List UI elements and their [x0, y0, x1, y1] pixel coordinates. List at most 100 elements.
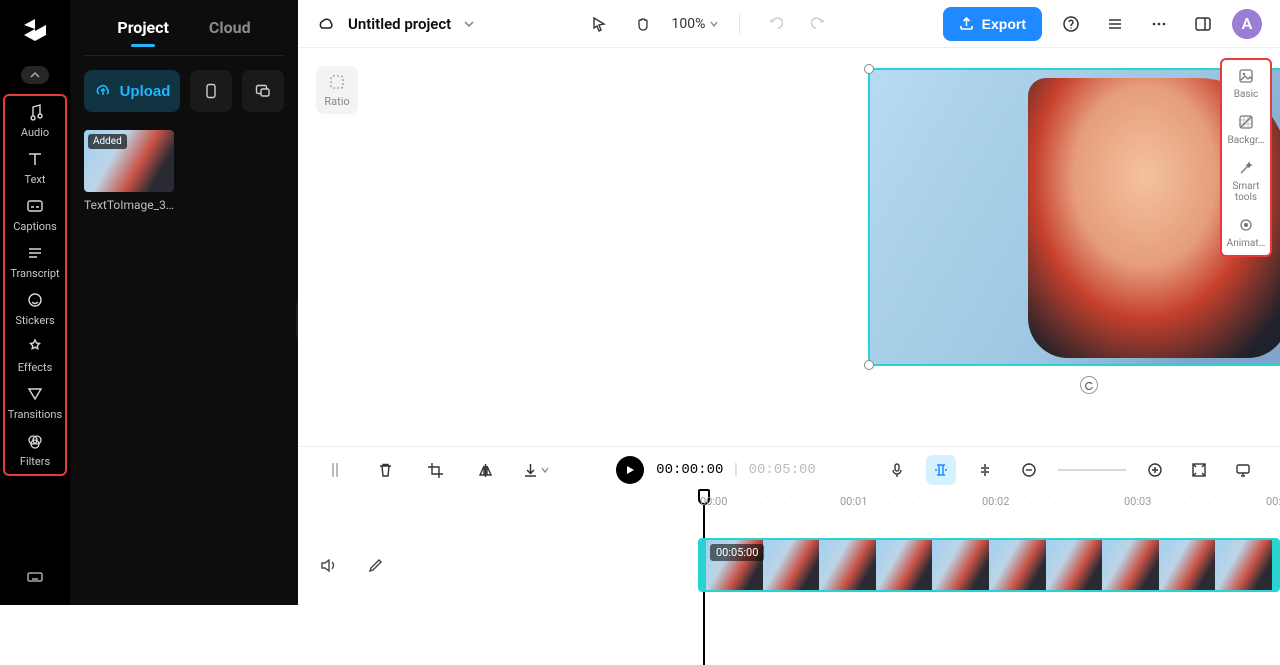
timeline-ruler[interactable]: 00:00 · · · · 00:01 · · · · 00:02 · · · … — [698, 493, 1268, 525]
ruler-tick: 00:01 — [840, 495, 867, 508]
zoom-in-button[interactable] — [1140, 455, 1170, 485]
ratio-label: Ratio — [324, 95, 349, 108]
layers-button[interactable] — [1100, 9, 1130, 39]
play-button[interactable] — [616, 456, 644, 484]
keyboard-shortcuts-button[interactable] — [25, 567, 45, 587]
undo-button[interactable] — [760, 9, 790, 39]
media-filename: TextToImage_3|… — [84, 198, 174, 212]
zoom-out-button[interactable] — [1014, 455, 1044, 485]
crop-button[interactable] — [420, 455, 450, 485]
rail-label: Effects — [18, 361, 53, 374]
rail-label: Stickers — [15, 314, 54, 327]
rail-item-transcript[interactable]: Transcript — [7, 243, 63, 280]
fit-timeline-button[interactable] — [1184, 455, 1214, 485]
auto-captions-button[interactable] — [926, 455, 956, 485]
media-thumbnail: Added — [84, 130, 174, 192]
upload-button[interactable]: Upload — [84, 70, 180, 112]
timeline-toolbar: 00:00:00 | 00:05:00 — [298, 447, 1280, 493]
help-button[interactable] — [1056, 9, 1086, 39]
properties-panel: Basic Backgr… Smart tools Animat… — [1220, 58, 1272, 257]
media-item[interactable]: Added TextToImage_3|… — [84, 130, 174, 212]
cloud-sync-icon[interactable] — [316, 14, 336, 34]
ruler-tick: 00:04 — [1266, 495, 1280, 508]
props-smart-tools[interactable]: Smart tools — [1224, 158, 1268, 203]
rotate-handle[interactable] — [1080, 376, 1098, 394]
project-title[interactable]: Untitled project — [348, 15, 451, 33]
media-added-badge: Added — [88, 134, 127, 149]
app-logo[interactable] — [17, 12, 53, 48]
mirror-button[interactable] — [470, 455, 500, 485]
export-icon — [959, 16, 974, 31]
media-panel: Project Cloud Upload Added TextToImage_3… — [70, 0, 298, 605]
music-note-icon — [25, 102, 45, 122]
props-animation[interactable]: Animat… — [1224, 215, 1268, 249]
rail-item-stickers[interactable]: Stickers — [7, 290, 63, 327]
rail-label: Transitions — [8, 408, 62, 421]
filters-icon — [25, 431, 45, 451]
topbar: Untitled project 100% Export A — [298, 0, 1280, 48]
rail-label: Captions — [13, 220, 57, 233]
rail-label: Audio — [21, 126, 49, 139]
zoom-slider[interactable] — [1058, 469, 1126, 471]
cursor-tool-button[interactable] — [584, 9, 614, 39]
ruler-tick: 00:00 — [700, 495, 727, 508]
ratio-icon — [328, 73, 346, 91]
canvas-area: Ratio Basic Backgr… — [298, 48, 1280, 446]
rail-item-effects[interactable]: Effects — [7, 337, 63, 374]
aspect-ratio-button[interactable]: Ratio — [316, 66, 358, 114]
zoom-level[interactable]: 100% — [672, 16, 720, 32]
preview-toggle-button[interactable] — [1228, 455, 1258, 485]
stickers-icon — [25, 290, 45, 310]
transitions-icon — [25, 384, 45, 404]
delete-button[interactable] — [370, 455, 400, 485]
timecode: 00:00:00 | 00:05:00 — [656, 462, 816, 478]
rail-label: Filters — [20, 455, 50, 468]
transcript-icon — [25, 243, 45, 263]
cloud-upload-icon — [94, 82, 112, 100]
export-button[interactable]: Export — [943, 7, 1042, 41]
effects-icon — [25, 337, 45, 357]
layout-toggle-button[interactable] — [1188, 9, 1218, 39]
canvas-selection[interactable] — [868, 68, 1280, 366]
props-background[interactable]: Backgr… — [1224, 112, 1268, 146]
upload-label: Upload — [120, 83, 171, 100]
text-icon — [25, 149, 45, 169]
rail-item-captions[interactable]: Captions — [7, 196, 63, 233]
collapse-rail-button[interactable] — [21, 66, 49, 84]
resize-handle-tl[interactable] — [864, 64, 874, 74]
clip-trim-right[interactable] — [1272, 540, 1278, 590]
redo-button[interactable] — [804, 9, 834, 39]
clip-duration: 00:05:00 — [710, 544, 764, 561]
mute-track-button[interactable] — [320, 557, 337, 574]
image-icon — [1236, 66, 1256, 86]
rail-item-audio[interactable]: Audio — [7, 102, 63, 139]
props-basic[interactable]: Basic — [1224, 66, 1268, 100]
voiceover-button[interactable] — [882, 455, 912, 485]
resize-handle-bl[interactable] — [864, 360, 874, 370]
download-button[interactable] — [520, 455, 550, 485]
record-phone-button[interactable] — [190, 70, 232, 112]
captions-icon — [25, 196, 45, 216]
export-label: Export — [982, 16, 1026, 32]
chevron-down-icon[interactable] — [463, 18, 475, 30]
hand-tool-button[interactable] — [628, 9, 658, 39]
timeline: 00:00:00 | 00:05:00 00:00 — [298, 446, 1280, 605]
edit-track-button[interactable] — [367, 557, 384, 574]
avatar[interactable]: A — [1232, 9, 1262, 39]
tab-cloud[interactable]: Cloud — [209, 18, 251, 45]
animation-icon — [1236, 215, 1256, 235]
rail-item-transitions[interactable]: Transitions — [7, 384, 63, 421]
magic-wand-icon — [1236, 158, 1256, 178]
timeline-clip[interactable]: 00:05:00 — [698, 538, 1280, 592]
record-screen-button[interactable] — [242, 70, 284, 112]
tab-project[interactable]: Project — [117, 18, 169, 45]
background-icon — [1236, 112, 1256, 132]
snap-button[interactable] — [970, 455, 1000, 485]
ruler-tick: 00:02 — [982, 495, 1009, 508]
keyboard-icon — [25, 567, 45, 587]
rail-item-filters[interactable]: Filters — [7, 431, 63, 468]
rail-item-text[interactable]: Text — [7, 149, 63, 186]
more-menu-button[interactable] — [1144, 9, 1174, 39]
rail-label: Text — [25, 173, 46, 186]
split-tool[interactable] — [320, 455, 350, 485]
